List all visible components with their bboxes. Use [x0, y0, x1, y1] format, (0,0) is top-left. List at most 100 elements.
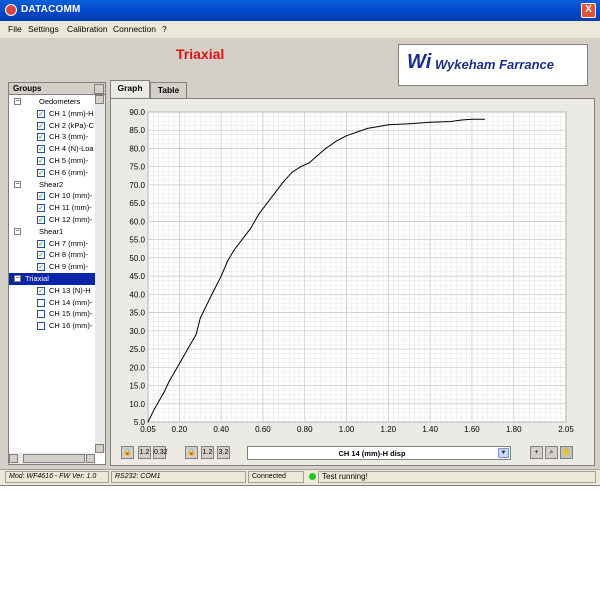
menu-file[interactable]: File: [8, 24, 22, 34]
chevron-down-icon[interactable]: ▼: [498, 448, 509, 458]
tree-channel[interactable]: CH 16 (mm)-: [9, 320, 95, 332]
tree-group[interactable]: − Oedometers: [9, 96, 95, 108]
groups-panel: Groups − Oedometers ✓ CH 1 (mm)-H ✓ CH 2 (kPa…: [8, 82, 106, 465]
status-port: RS232: COM1: [111, 471, 246, 483]
tree-channel[interactable]: ✓ CH 4 (N)-Loa: [9, 143, 95, 155]
window-title: DATACOMM: [21, 4, 81, 15]
tree-group[interactable]: − Shear2: [9, 179, 95, 191]
channel-label: CH 8 (mm)-: [49, 250, 89, 260]
checkbox-checked-icon[interactable]: ✓: [37, 286, 45, 295]
data-point: [220, 275, 222, 277]
checkbox-icon[interactable]: [37, 298, 45, 307]
tree-channel[interactable]: ✓ CH 13 (N)-H: [9, 285, 95, 297]
checkbox-checked-icon[interactable]: ✓: [37, 121, 45, 130]
channel-label: CH 5 (mm)-: [49, 156, 89, 165]
collapse-icon[interactable]: −: [14, 275, 21, 282]
checkbox-checked-icon[interactable]: ✓: [37, 251, 45, 260]
scroll-up-icon[interactable]: [95, 95, 104, 104]
channel-select[interactable]: CH 14 (mm)-H disp ▼: [247, 446, 511, 460]
status-bar: Mod: WF4616 - FW Ver: 1.0 RS232: COM1 Co…: [0, 469, 600, 485]
menu-calibration[interactable]: Calibration: [67, 24, 108, 34]
y-tick-label: 35.0: [129, 309, 145, 318]
page-title: Triaxial: [176, 46, 225, 62]
tree-channel[interactable]: ✓ CH 11 (mm)-: [9, 202, 95, 214]
close-button[interactable]: X: [581, 3, 596, 18]
checkbox-icon[interactable]: [37, 322, 45, 331]
channel-label: CH 4 (N)-Loa: [49, 144, 94, 154]
tree-group[interactable]: − Shear1: [9, 226, 95, 238]
data-point: [147, 421, 149, 423]
y-tick-label: 45.0: [129, 272, 145, 281]
tree-group[interactable]: − Triaxial: [9, 273, 95, 285]
data-point: [187, 348, 189, 350]
checkbox-checked-icon[interactable]: ✓: [37, 109, 45, 118]
scroll-thumb[interactable]: [23, 454, 85, 463]
menu-help[interactable]: ?: [162, 24, 167, 34]
scroll-down-icon[interactable]: [95, 444, 104, 453]
checkbox-checked-icon[interactable]: ✓: [37, 263, 45, 272]
data-point: [316, 155, 318, 157]
tree-channel[interactable]: ✓ CH 2 (kPa)-C: [9, 120, 95, 132]
checkbox-checked-icon[interactable]: ✓: [37, 192, 45, 201]
x-lock-icon[interactable]: 🔒: [121, 446, 134, 459]
tree-channel[interactable]: ✓ CH 9 (mm)-: [9, 261, 95, 273]
y-lock-icon[interactable]: 🔒: [185, 446, 198, 459]
tab-graph[interactable]: Graph: [110, 80, 150, 98]
title-bar[interactable]: DATACOMM X: [0, 0, 600, 21]
company-logo: Wi Wykeham Farrance: [398, 44, 588, 86]
channel-label: CH 16 (mm)-: [49, 321, 93, 331]
tab-table[interactable]: Table: [150, 82, 187, 98]
data-point: [283, 180, 285, 182]
tree-channel[interactable]: ✓ CH 8 (mm)-: [9, 249, 95, 261]
checkbox-checked-icon[interactable]: ✓: [37, 239, 45, 248]
tree-channel[interactable]: CH 15 (mm)-: [9, 308, 95, 320]
group-label: Shear1: [39, 226, 64, 236]
vertical-scrollbar[interactable]: [95, 95, 105, 453]
crosshair-icon[interactable]: +: [530, 446, 543, 459]
collapse-icon[interactable]: −: [14, 98, 21, 105]
x-tick-label: 2.05: [558, 425, 574, 434]
tree-channel[interactable]: ✓ CH 10 (mm)-: [9, 190, 95, 202]
checkbox-checked-icon[interactable]: ✓: [37, 204, 45, 213]
y-scale-icon[interactable]: 1.2: [201, 446, 214, 459]
menu-connection[interactable]: Connection: [113, 24, 156, 34]
tree-channel[interactable]: ✓ CH 1 (mm)-H: [9, 108, 95, 120]
tree-channel[interactable]: ✓ CH 3 (mm)-: [9, 131, 95, 143]
y-format-icon[interactable]: 3.2: [217, 446, 230, 459]
y-tick-label: 50.0: [129, 254, 145, 263]
data-point: [266, 202, 268, 204]
x-tick-label: 1.40: [422, 425, 438, 434]
menu-settings[interactable]: Settings: [28, 24, 59, 34]
checkbox-checked-icon[interactable]: ✓: [37, 216, 45, 224]
collapse-icon[interactable]: −: [14, 180, 21, 188]
logo-mark: Wi: [407, 51, 432, 73]
x-scale-icon[interactable]: 1.2: [138, 446, 151, 459]
data-point: [429, 121, 431, 123]
data-point: [308, 162, 310, 164]
tree-channel[interactable]: CH 14 (mm)-: [9, 297, 95, 309]
checkbox-checked-icon[interactable]: ✓: [37, 133, 45, 142]
zoom-icon[interactable]: ⌕: [545, 446, 558, 459]
tree-channel[interactable]: ✓ CH 6 (mm)-: [9, 167, 95, 179]
channel-label: CH 10 (mm)-: [49, 191, 93, 201]
tree-channel[interactable]: ✓ CH 12 (mm)-: [9, 214, 95, 226]
group-label: Triaxial: [25, 274, 49, 283]
checkbox-icon[interactable]: [37, 310, 45, 319]
channel-label: CH 12 (mm)-: [49, 215, 93, 224]
header-arrow-icon[interactable]: [94, 84, 104, 94]
tree-channel[interactable]: ✓ CH 5 (mm)-: [9, 155, 95, 167]
scroll-left-icon[interactable]: [9, 454, 18, 463]
x-format-icon[interactable]: 0.32: [153, 446, 168, 459]
data-point: [356, 131, 358, 133]
horizontal-scrollbar[interactable]: [9, 453, 95, 464]
collapse-icon[interactable]: −: [14, 227, 21, 235]
checkbox-checked-icon[interactable]: ✓: [37, 157, 45, 165]
scroll-right-icon[interactable]: [86, 454, 95, 463]
hand-icon[interactable]: ✋: [560, 446, 573, 459]
data-point: [408, 123, 410, 125]
checkbox-checked-icon[interactable]: ✓: [37, 145, 45, 154]
tree-channel[interactable]: ✓ CH 7 (mm)-: [9, 238, 95, 250]
chart[interactable]: 0.05 0.20 0.40 0.60 0.80 1.00 1.20 1.40 1.60 1.80…: [110, 98, 595, 443]
checkbox-checked-icon[interactable]: ✓: [37, 168, 45, 177]
data-point: [325, 147, 327, 149]
